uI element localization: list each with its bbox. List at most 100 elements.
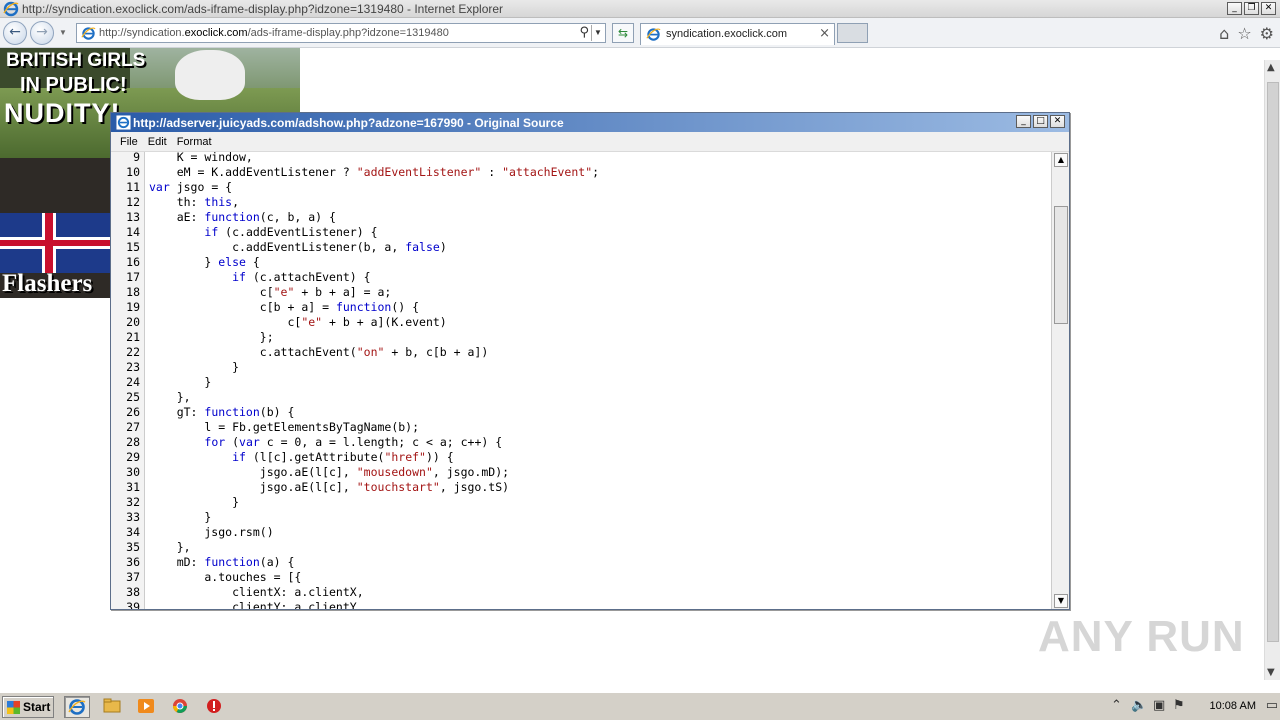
home-icon[interactable]: ⌂ (1219, 24, 1229, 43)
source-close-button[interactable]: ✕ (1050, 115, 1065, 128)
scroll-up-icon[interactable]: ▲ (1267, 62, 1275, 73)
code-line: 9 K = window, (111, 152, 1051, 165)
code-keyword: if (204, 225, 219, 239)
code-segment: th: (149, 195, 205, 209)
line-number: 19 (126, 300, 140, 314)
browser-toolbar-icons: ⌂ ☆ ⚙ (1219, 24, 1274, 43)
new-tab-button[interactable] (837, 23, 868, 43)
line-number: 16 (126, 255, 140, 269)
line-number: 20 (126, 315, 140, 329)
code-line: 23 } (111, 360, 1051, 375)
code-text: } (149, 495, 239, 510)
line-number: 28 (126, 435, 140, 449)
browser-title-bar: http://syndication.exoclick.com/ads-ifra… (0, 0, 1280, 18)
show-desktop-icon[interactable]: ▭ (1266, 698, 1278, 713)
scroll-down-icon[interactable]: ▼ (1267, 667, 1275, 678)
code-segment: jsgo.rsm() (149, 525, 274, 539)
ad-headline-3: NUDITY! (4, 98, 121, 128)
source-scroll-down-icon[interactable]: ▼ (1054, 594, 1068, 608)
taskbar-clock[interactable]: 10:08 AM (1210, 700, 1256, 712)
code-text: if (c.addEventListener) { (149, 225, 377, 240)
network-icon[interactable]: ▣ (1153, 698, 1165, 713)
code-segment: eM = K.addEventListener ? (149, 165, 357, 179)
system-tray: ⌃ 🔈 ▣ ⚑ 10:08 AM ▭ (1105, 696, 1280, 718)
source-code-area[interactable]: 9 K = window, 10 eM = K.addEventListener … (111, 152, 1051, 609)
code-segment: mD: (149, 555, 205, 569)
code-segment: clientX: a.clientX, (149, 585, 364, 599)
page-scrollbar[interactable]: ▲ ▼ (1264, 60, 1280, 680)
taskbar-chrome-icon[interactable] (168, 696, 194, 718)
ad-headline-1: BRITISH GIRLS (6, 50, 146, 71)
source-minimize-button[interactable]: _ (1016, 115, 1031, 128)
menu-file[interactable]: File (115, 132, 143, 151)
line-number: 33 (126, 510, 140, 524)
restore-button[interactable]: ❐ (1244, 2, 1259, 15)
window-controls: _ ❐ ✕ (1227, 2, 1276, 15)
start-button[interactable]: Start (2, 696, 54, 718)
source-title-bar[interactable]: http://adserver.juicyads.com/adshow.php?… (111, 113, 1069, 132)
line-number: 26 (126, 405, 140, 419)
source-scroll-thumb[interactable] (1054, 206, 1068, 324)
source-maximize-button[interactable]: □ (1033, 115, 1048, 128)
taskbar-explorer-icon[interactable] (100, 696, 126, 718)
search-icon[interactable]: ⚲ (579, 25, 589, 40)
close-button[interactable]: ✕ (1261, 2, 1276, 15)
tray-expand-icon[interactable]: ⌃ (1111, 698, 1122, 713)
page-scroll-thumb[interactable] (1267, 82, 1279, 642)
folder-icon (103, 698, 121, 713)
code-segment: (c.attachEvent) { (245, 270, 371, 284)
line-number: 17 (126, 270, 140, 284)
ie-taskbar-logo-icon (68, 699, 86, 715)
uk-flag-logo (0, 213, 110, 273)
gear-icon[interactable]: ⚙ (1260, 24, 1274, 43)
menu-format[interactable]: Format (172, 132, 217, 151)
code-segment: } (149, 495, 240, 509)
compatibility-refresh-button[interactable]: ⇆ (612, 23, 634, 43)
line-number: 39 (126, 600, 140, 609)
minimize-button[interactable]: _ (1227, 2, 1242, 15)
code-segment: aE: (149, 210, 205, 224)
red-stop-icon (207, 699, 221, 713)
taskbar-media-player-icon[interactable] (134, 696, 160, 718)
code-string: "on" (356, 345, 385, 359)
tab-exoclick[interactable]: syndication.exoclick.com × (640, 23, 835, 45)
line-number: 35 (126, 540, 140, 554)
code-segment: c[ (149, 285, 274, 299)
ad-headline-2: IN PUBLIC! (20, 74, 127, 96)
code-text: eM = K.addEventListener ? "addEventListe… (149, 165, 599, 180)
volume-icon[interactable]: 🔈 (1131, 698, 1147, 713)
line-number: 25 (126, 390, 140, 404)
code-segment: , jsgo.tS) (439, 480, 510, 494)
code-text: c["e" + b + a] = a; (149, 285, 392, 300)
code-text: var jsgo = { (149, 180, 232, 195)
code-text: clientX: a.clientX, (149, 585, 364, 600)
forward-button[interactable]: → (30, 21, 54, 45)
source-window-title: http://adserver.juicyads.com/adshow.php?… (133, 116, 564, 130)
code-line: 10 eM = K.addEventListener ? "addEventLi… (111, 165, 1051, 180)
history-dropdown-icon[interactable]: ▼ (59, 28, 67, 37)
menu-edit[interactable]: Edit (143, 132, 172, 151)
favorites-star-icon[interactable]: ☆ (1237, 24, 1251, 43)
address-bar[interactable]: http://syndication.exoclick.com/ads-ifra… (76, 23, 606, 43)
code-text: K = window, (149, 152, 253, 165)
taskbar-security-icon[interactable] (202, 696, 228, 718)
ad-footer-text: Flashers (2, 270, 93, 297)
back-button[interactable]: ← (3, 21, 27, 45)
address-dropdown-icon[interactable]: ▼ (591, 25, 604, 41)
taskbar-ie-icon[interactable] (64, 696, 90, 718)
source-scroll-up-icon[interactable]: ▲ (1054, 153, 1068, 167)
action-center-flag-icon[interactable]: ⚑ (1173, 698, 1185, 713)
line-number: 29 (126, 450, 140, 464)
address-url[interactable]: http://syndication.exoclick.com/ads-ifra… (99, 27, 449, 39)
code-segment: jsgo = { (169, 180, 233, 194)
code-text: c.attachEvent("on" + b, c[b + a]) (149, 345, 489, 360)
windows-logo-icon (7, 701, 20, 714)
code-string: "attachEvent" (502, 165, 593, 179)
line-number: 21 (126, 330, 140, 344)
code-line: 30 jsgo.aE(l[c], "mousedown", jsgo.mD); (111, 465, 1051, 480)
source-scrollbar[interactable]: ▲ ▼ (1051, 152, 1069, 609)
code-text: if (l[c].getAttribute("href")) { (149, 450, 454, 465)
tab-close-icon[interactable]: × (819, 26, 830, 41)
